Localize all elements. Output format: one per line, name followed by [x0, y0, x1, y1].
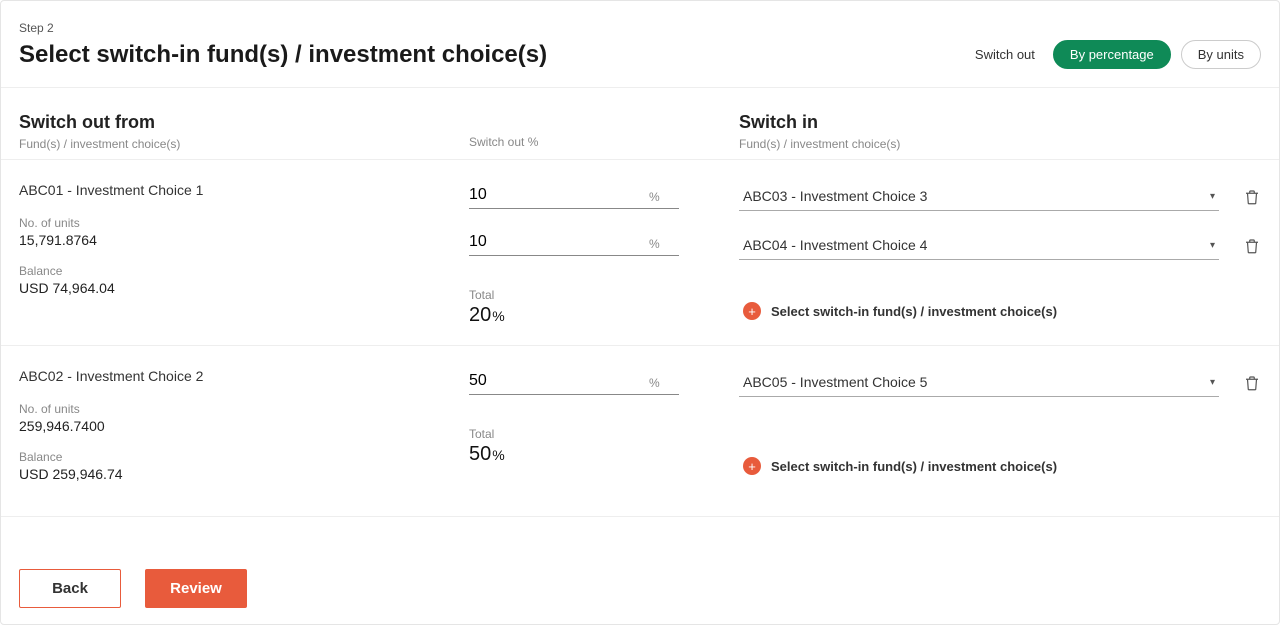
- fund-row: ABC01 - Investment Choice 1 No. of units…: [1, 160, 1279, 346]
- switch-in-title: Switch in: [739, 112, 1261, 133]
- switch-out-label: Switch out: [975, 47, 1035, 62]
- switch-out-pct-header: Switch out %: [469, 135, 538, 151]
- total-block: Total 50%: [469, 427, 719, 466]
- fund-right-block: ABC03 - Investment Choice 3 ▾ ABC04 - In…: [719, 182, 1261, 327]
- switch-out-pct-input[interactable]: [469, 182, 649, 208]
- fund-name: ABC02 - Investment Choice 2: [19, 368, 469, 384]
- switch-in-row: ABC04 - Investment Choice 4 ▾: [739, 231, 1261, 260]
- chevron-down-icon: ▾: [1210, 240, 1215, 251]
- pct-input-wrap[interactable]: %: [469, 368, 679, 395]
- balance-label: Balance: [19, 264, 469, 278]
- switch-in-row: ABC03 - Investment Choice 3 ▾: [739, 182, 1261, 211]
- footer: Back Review: [1, 555, 1279, 624]
- switch-in-select[interactable]: ABC03 - Investment Choice 3 ▾: [739, 182, 1219, 211]
- chevron-down-icon: ▾: [1210, 377, 1215, 388]
- units-value: 15,791.8764: [19, 232, 469, 248]
- balance-value: USD 74,964.04: [19, 280, 469, 296]
- pct-suffix: %: [649, 237, 660, 255]
- total-value: 20: [469, 304, 491, 326]
- trash-icon[interactable]: [1243, 187, 1261, 207]
- fund-mid-block: % Total 50%: [469, 368, 719, 498]
- balance-label: Balance: [19, 450, 469, 464]
- add-switch-in-link[interactable]: + Select switch-in fund(s) / investment …: [743, 302, 1261, 320]
- pct-suffix: %: [649, 376, 660, 394]
- total-suffix: %: [492, 447, 504, 463]
- fund-left-block: ABC01 - Investment Choice 1 No. of units…: [19, 182, 469, 327]
- switch-out-pct-input[interactable]: [469, 368, 649, 394]
- header-right: Switch out By percentage By units: [975, 40, 1261, 69]
- pct-input-wrap[interactable]: %: [469, 182, 679, 209]
- by-units-toggle[interactable]: By units: [1181, 40, 1261, 69]
- switch-in-select[interactable]: ABC05 - Investment Choice 5 ▾: [739, 368, 1219, 397]
- fund-left-block: ABC02 - Investment Choice 2 No. of units…: [19, 368, 469, 498]
- page-title: Select switch-in fund(s) / investment ch…: [19, 41, 547, 69]
- pct-suffix: %: [649, 190, 660, 208]
- col-switch-out-pct: Switch out %: [469, 112, 719, 151]
- switch-in-select[interactable]: ABC04 - Investment Choice 4 ▾: [739, 231, 1219, 260]
- page-container: Step 2 Select switch-in fund(s) / invest…: [0, 0, 1280, 625]
- switch-out-pct-input[interactable]: [469, 229, 649, 255]
- fund-mid-block: % % Total 20%: [469, 182, 719, 327]
- plus-icon: +: [743, 302, 761, 320]
- columns-header: Switch out from Fund(s) / investment cho…: [1, 88, 1279, 160]
- add-switch-in-label: Select switch-in fund(s) / investment ch…: [771, 304, 1057, 319]
- trash-icon[interactable]: [1243, 236, 1261, 256]
- switch-in-row: ABC05 - Investment Choice 5 ▾: [739, 368, 1261, 397]
- page-header: Step 2 Select switch-in fund(s) / invest…: [1, 1, 1279, 88]
- total-value: 50: [469, 443, 491, 465]
- units-label: No. of units: [19, 216, 469, 230]
- back-button[interactable]: Back: [19, 569, 121, 608]
- chevron-down-icon: ▾: [1210, 191, 1215, 202]
- by-percentage-toggle[interactable]: By percentage: [1053, 40, 1171, 69]
- fund-right-block: ABC05 - Investment Choice 5 ▾ + Select s…: [719, 368, 1261, 498]
- plus-icon: +: [743, 457, 761, 475]
- units-label: No. of units: [19, 402, 469, 416]
- total-suffix: %: [492, 308, 504, 324]
- add-switch-in-label: Select switch-in fund(s) / investment ch…: [771, 459, 1057, 474]
- col-switch-in: Switch in Fund(s) / investment choice(s): [719, 112, 1261, 151]
- pct-input-wrap[interactable]: %: [469, 229, 679, 256]
- add-switch-in-link[interactable]: + Select switch-in fund(s) / investment …: [743, 457, 1261, 475]
- col-switch-out-from: Switch out from Fund(s) / investment cho…: [19, 112, 469, 151]
- header-left: Step 2 Select switch-in fund(s) / invest…: [19, 21, 547, 69]
- switch-in-sub: Fund(s) / investment choice(s): [739, 137, 1261, 151]
- step-label: Step 2: [19, 21, 547, 35]
- total-block: Total 20%: [469, 288, 719, 327]
- switch-out-from-title: Switch out from: [19, 112, 469, 133]
- switch-in-selected: ABC05 - Investment Choice 5: [743, 374, 927, 390]
- balance-value: USD 259,946.74: [19, 466, 469, 482]
- fund-row: ABC02 - Investment Choice 2 No. of units…: [1, 346, 1279, 517]
- switch-in-selected: ABC03 - Investment Choice 3: [743, 188, 927, 204]
- trash-icon[interactable]: [1243, 373, 1261, 393]
- switch-out-from-sub: Fund(s) / investment choice(s): [19, 137, 469, 151]
- review-button[interactable]: Review: [145, 569, 247, 608]
- switch-in-selected: ABC04 - Investment Choice 4: [743, 237, 927, 253]
- units-value: 259,946.7400: [19, 418, 469, 434]
- total-label: Total: [469, 288, 719, 302]
- total-label: Total: [469, 427, 719, 441]
- fund-name: ABC01 - Investment Choice 1: [19, 182, 469, 198]
